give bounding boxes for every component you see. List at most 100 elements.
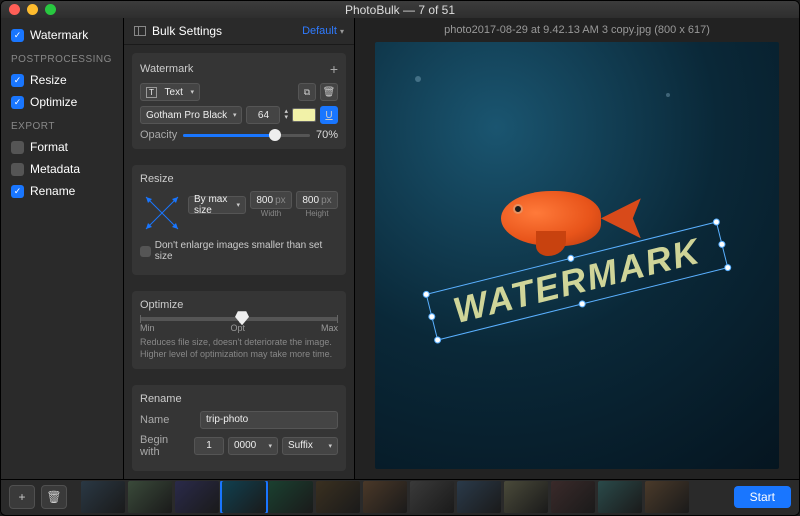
footer: + 🗑 Start bbox=[1, 479, 799, 515]
sidebar-label: Format bbox=[30, 140, 68, 154]
resize-mode-value: By max size bbox=[194, 194, 236, 216]
preset-label: Default bbox=[302, 25, 337, 37]
checkbox-off-icon[interactable] bbox=[11, 141, 24, 154]
thumbnail[interactable] bbox=[222, 481, 266, 513]
preview-image[interactable]: WATERMARK bbox=[375, 42, 779, 468]
resize-handle[interactable] bbox=[567, 254, 575, 262]
sidebar-label: Optimize bbox=[30, 95, 77, 109]
rename-panel: Rename Name trip-photo Begin with 1 0000… bbox=[132, 385, 346, 471]
font-size-input[interactable]: 64 bbox=[246, 106, 280, 124]
sidebar-label: Metadata bbox=[30, 162, 80, 176]
optimize-slider[interactable] bbox=[140, 317, 338, 321]
sidebar-item-resize[interactable]: ✓ Resize bbox=[11, 71, 113, 89]
dont-enlarge-label: Don't enlarge images smaller than set si… bbox=[155, 240, 338, 262]
window-body: ✓ Watermark POSTPROCESSING ✓ Resize ✓ Op… bbox=[1, 18, 799, 478]
thumbnail[interactable] bbox=[504, 481, 548, 513]
chevron-down-icon: ▾ bbox=[190, 88, 194, 96]
name-label: Name bbox=[140, 414, 196, 426]
opacity-value: 70% bbox=[316, 129, 338, 141]
sidebar-item-watermark[interactable]: ✓ Watermark bbox=[11, 26, 113, 44]
app-window: PhotoBulk — 7 of 51 ✓ Watermark POSTPROC… bbox=[0, 0, 800, 516]
sidebar-label: Watermark bbox=[30, 28, 88, 42]
slider-min-label: Min bbox=[140, 323, 155, 333]
thumbnail[interactable] bbox=[128, 481, 172, 513]
slider-max-label: Max bbox=[321, 323, 338, 333]
underline-button[interactable]: U bbox=[320, 106, 338, 124]
optimize-panel: Optimize Min Opt Max Reduces file size, … bbox=[132, 291, 346, 368]
panel-title: Resize bbox=[140, 173, 174, 185]
sidebar-section-postprocessing: POSTPROCESSING bbox=[11, 54, 113, 65]
remove-images-button[interactable]: 🗑 bbox=[41, 485, 67, 509]
suffix-select[interactable]: Suffix ▾ bbox=[282, 437, 338, 455]
begin-with-input[interactable]: 1 bbox=[194, 437, 224, 455]
width-label: Width bbox=[261, 209, 281, 218]
resize-handle[interactable] bbox=[422, 290, 430, 298]
add-watermark-button[interactable]: + bbox=[330, 61, 338, 77]
watermark-type-value: Text bbox=[165, 87, 183, 98]
width-value: 800 bbox=[256, 195, 273, 206]
sidebar-item-optimize[interactable]: ✓ Optimize bbox=[11, 93, 113, 111]
panel-title: Rename bbox=[140, 393, 182, 405]
copy-watermark-button[interactable]: ⧉ bbox=[298, 83, 316, 101]
rename-name-input[interactable]: trip-photo bbox=[200, 411, 338, 429]
add-images-button[interactable]: + bbox=[9, 485, 35, 509]
sidebar-label: Resize bbox=[30, 73, 67, 87]
opacity-slider[interactable] bbox=[183, 134, 310, 137]
thumbnail[interactable] bbox=[81, 481, 125, 513]
font-select[interactable]: Gotham Pro Black ▾ bbox=[140, 106, 242, 124]
height-label: Height bbox=[305, 209, 328, 218]
delete-watermark-button[interactable]: 🗑 bbox=[320, 83, 338, 101]
thumbnail[interactable] bbox=[410, 481, 454, 513]
thumbnail[interactable] bbox=[175, 481, 219, 513]
color-swatch[interactable] bbox=[292, 108, 316, 122]
stepper-icon[interactable]: ▴▾ bbox=[284, 109, 288, 121]
checkbox-on-icon[interactable]: ✓ bbox=[11, 185, 24, 198]
digits-value: 0000 bbox=[234, 440, 256, 451]
checkbox-on-icon[interactable]: ✓ bbox=[11, 29, 24, 42]
panel-title: Optimize bbox=[140, 299, 183, 311]
thumbnail[interactable] bbox=[316, 481, 360, 513]
width-input[interactable]: 800 px bbox=[250, 191, 292, 209]
sidebar-item-format[interactable]: Format bbox=[11, 138, 113, 156]
opacity-label: Opacity bbox=[140, 129, 177, 141]
sidebar-toggle-icon[interactable] bbox=[134, 26, 146, 36]
resize-panel: Resize bbox=[132, 165, 346, 275]
chevron-down-icon: ▾ bbox=[233, 111, 237, 119]
chevron-down-icon: ▾ bbox=[328, 442, 332, 450]
arrows-out-icon bbox=[140, 191, 184, 235]
thumbnail[interactable] bbox=[363, 481, 407, 513]
thumbnail[interactable] bbox=[598, 481, 642, 513]
thumbnail-strip[interactable] bbox=[81, 481, 720, 513]
optimize-hint: Reduces file size, doesn't deteriorate t… bbox=[140, 337, 338, 360]
watermark-panel: Watermark + T Text ▾ ⧉ 🗑 Gotham Pro Blac… bbox=[132, 53, 346, 149]
preset-dropdown[interactable]: Default ▾ bbox=[302, 25, 344, 37]
sidebar-item-metadata[interactable]: Metadata bbox=[11, 160, 113, 178]
begin-value: 1 bbox=[206, 440, 212, 451]
slider-opt-label: Opt bbox=[230, 323, 245, 333]
digits-select[interactable]: 0000 ▾ bbox=[228, 437, 278, 455]
resize-handle[interactable] bbox=[428, 312, 436, 320]
thumbnail[interactable] bbox=[457, 481, 501, 513]
checkbox-off-icon[interactable] bbox=[140, 246, 151, 257]
checkbox-on-icon[interactable]: ✓ bbox=[11, 96, 24, 109]
checkbox-on-icon[interactable]: ✓ bbox=[11, 74, 24, 87]
thumbnail[interactable] bbox=[269, 481, 313, 513]
sidebar-item-rename[interactable]: ✓ Rename bbox=[11, 182, 113, 200]
thumbnail[interactable] bbox=[645, 481, 689, 513]
titlebar[interactable]: PhotoBulk — 7 of 51 bbox=[1, 1, 799, 18]
text-type-icon: T bbox=[146, 87, 157, 98]
sidebar-label: Rename bbox=[30, 184, 75, 198]
preview-filename: photo2017-08-29 at 9.42.13 AM 3 copy.jpg… bbox=[355, 18, 799, 42]
settings-title: Bulk Settings bbox=[134, 24, 222, 38]
chevron-down-icon: ▾ bbox=[340, 27, 344, 36]
height-input[interactable]: 800 px bbox=[296, 191, 338, 209]
resize-mode-select[interactable]: By max size ▾ bbox=[188, 196, 246, 214]
height-value: 800 bbox=[302, 195, 319, 206]
start-button[interactable]: Start bbox=[734, 486, 791, 508]
thumbnail[interactable] bbox=[551, 481, 595, 513]
name-value: trip-photo bbox=[206, 414, 248, 425]
watermark-type-select[interactable]: T Text ▾ bbox=[140, 83, 200, 101]
height-unit: px bbox=[321, 195, 332, 206]
checkbox-off-icon[interactable] bbox=[11, 163, 24, 176]
resize-direction-widget[interactable] bbox=[140, 191, 184, 235]
